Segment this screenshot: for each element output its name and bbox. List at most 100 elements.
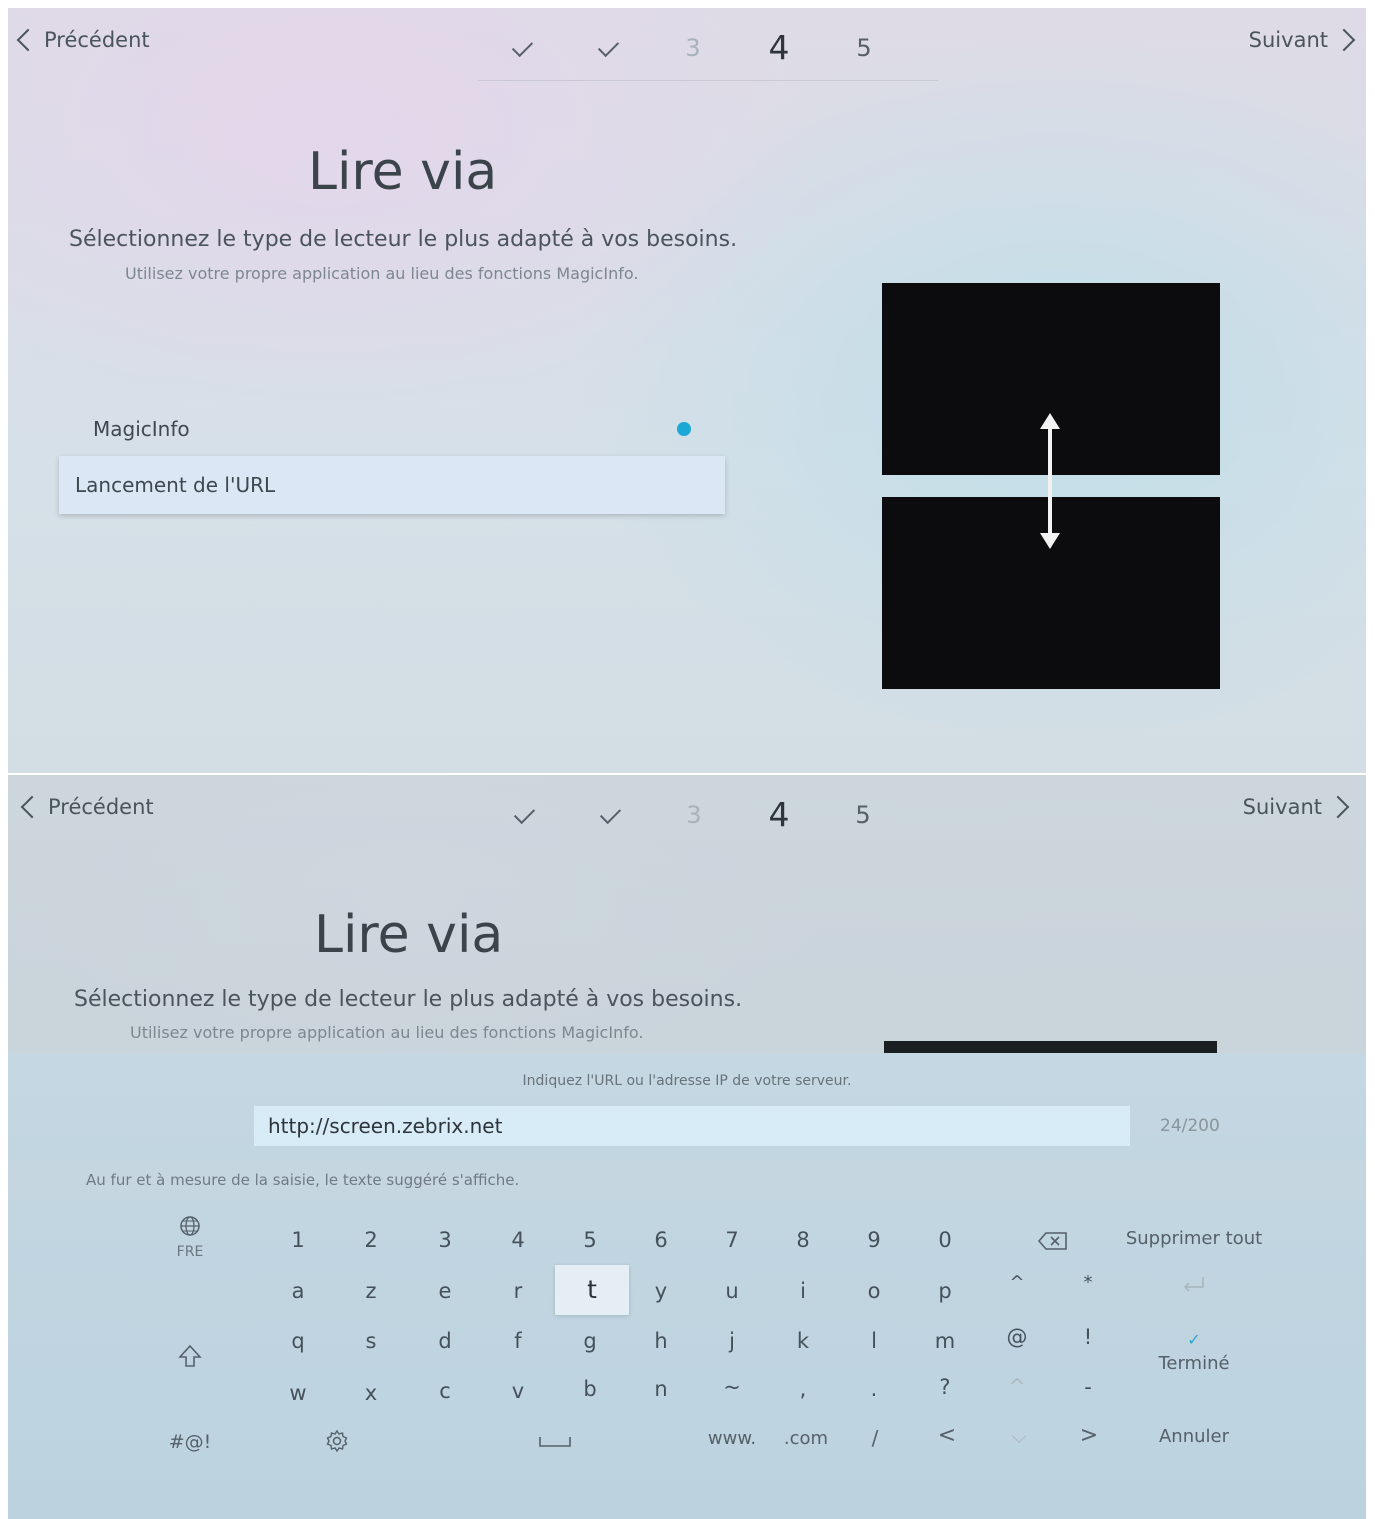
chevron-down-icon	[1011, 1428, 1027, 1444]
done-label: Terminé	[1158, 1353, 1230, 1374]
key-b[interactable]: b	[555, 1365, 625, 1413]
top-bar: Précédent 3 4 5 Suivant	[8, 775, 1366, 855]
key-caret[interactable]: ^	[982, 1259, 1052, 1307]
shift-arrow-icon	[178, 1344, 202, 1367]
step-2-done	[588, 28, 628, 68]
shift-key[interactable]	[166, 1343, 214, 1374]
key-comma[interactable]: ,	[768, 1365, 838, 1413]
key-up-dim[interactable]: ^	[982, 1363, 1052, 1411]
enter-icon	[1183, 1277, 1204, 1292]
option-label: MagicInfo	[93, 417, 190, 441]
check-icon: ✓	[1187, 1330, 1201, 1349]
key-m[interactable]: m	[910, 1317, 980, 1365]
key-i[interactable]: i	[768, 1267, 838, 1315]
check-icon	[511, 35, 533, 58]
key-period[interactable]: .	[839, 1365, 909, 1413]
down-arrow-key[interactable]	[1004, 1425, 1034, 1446]
key-exclamation[interactable]: !	[1053, 1313, 1123, 1361]
page-subtitle: Sélectionnez le type de lecteur le plus …	[69, 227, 738, 252]
done-button[interactable]: ✓ Terminé	[1118, 1330, 1270, 1375]
arrow-up-head-icon	[1040, 413, 1060, 429]
language-label: FRE	[176, 1244, 204, 1260]
arrow-down-head-icon	[1040, 533, 1060, 549]
step-2-done	[590, 795, 630, 835]
key-1[interactable]: 1	[263, 1216, 333, 1264]
key-at[interactable]: @	[982, 1313, 1052, 1361]
keyboard-panel: Indiquez l'URL ou l'adresse IP de votre …	[8, 1053, 1366, 1519]
key-4[interactable]: 4	[483, 1216, 553, 1264]
step-3: 3	[686, 801, 702, 829]
step-4-current: 4	[768, 795, 790, 834]
key-c[interactable]: c	[410, 1367, 480, 1415]
key-n[interactable]: n	[626, 1365, 696, 1413]
check-icon	[597, 35, 619, 58]
key-8[interactable]: 8	[768, 1216, 838, 1264]
next-button[interactable]: Suivant	[1249, 28, 1358, 52]
key-v[interactable]: v	[483, 1367, 553, 1415]
key-g[interactable]: g	[555, 1317, 625, 1365]
globe-icon	[180, 1216, 200, 1236]
key-3[interactable]: 3	[410, 1216, 480, 1264]
vertical-arrow-icon	[1048, 423, 1052, 539]
step-indicator: 3 4 5	[8, 795, 1366, 835]
key-asterisk[interactable]: *	[1053, 1259, 1123, 1307]
option-magicinfo[interactable]: MagicInfo	[59, 400, 725, 458]
key-l[interactable]: l	[839, 1317, 909, 1365]
key-r[interactable]: r	[483, 1267, 553, 1315]
url-input[interactable]	[254, 1106, 1130, 1146]
settings-key[interactable]	[322, 1429, 352, 1458]
www-key[interactable]: www.	[700, 1428, 764, 1449]
right-arrow-key[interactable]: >	[1074, 1423, 1104, 1448]
next-button[interactable]: Suivant	[1243, 795, 1352, 819]
key-a[interactable]: a	[263, 1267, 333, 1315]
cancel-button[interactable]: Annuler	[1118, 1426, 1270, 1447]
page-hint: Utilisez votre propre application au lie…	[130, 1023, 644, 1042]
key-5[interactable]: 5	[555, 1216, 625, 1264]
key-7[interactable]: 7	[697, 1216, 767, 1264]
chevron-right-icon	[1332, 28, 1356, 52]
enter-key[interactable]	[1170, 1275, 1218, 1298]
step-3: 3	[685, 34, 701, 62]
step-indicator: 3 4 5	[8, 28, 1366, 68]
gear-icon	[326, 1429, 348, 1453]
language-key[interactable]: FRE	[158, 1215, 222, 1260]
slash-key[interactable]: /	[860, 1426, 890, 1450]
delete-all-button[interactable]: Supprimer tout	[1118, 1228, 1270, 1249]
key-y[interactable]: y	[626, 1267, 696, 1315]
key-q[interactable]: q	[263, 1317, 333, 1365]
key-k[interactable]: k	[768, 1317, 838, 1365]
page-title: Lire via	[314, 905, 504, 965]
key-tilde[interactable]: ~	[697, 1363, 767, 1411]
step-1-done	[502, 28, 542, 68]
key-z[interactable]: z	[336, 1267, 406, 1315]
key-p[interactable]: p	[910, 1267, 980, 1315]
left-arrow-key[interactable]: <	[932, 1423, 962, 1448]
next-label: Suivant	[1242, 795, 1322, 819]
key-o[interactable]: o	[839, 1267, 909, 1315]
key-u[interactable]: u	[697, 1267, 767, 1315]
key-2[interactable]: 2	[336, 1216, 406, 1264]
orientation-preview	[882, 283, 1220, 689]
monitor-illustration-partial	[884, 1041, 1217, 1053]
key-hyphen[interactable]: -	[1053, 1363, 1123, 1411]
key-e[interactable]: e	[410, 1267, 480, 1315]
key-x[interactable]: x	[336, 1369, 406, 1417]
key-s[interactable]: s	[336, 1317, 406, 1365]
symbols-key[interactable]: #@!	[158, 1431, 222, 1453]
key-d[interactable]: d	[410, 1317, 480, 1365]
key-6[interactable]: 6	[626, 1216, 696, 1264]
com-key[interactable]: .com	[774, 1428, 838, 1449]
key-w[interactable]: w	[263, 1369, 333, 1417]
key-question[interactable]: ?	[910, 1363, 980, 1411]
key-t-focused[interactable]: t	[555, 1265, 629, 1315]
key-0[interactable]: 0	[910, 1216, 980, 1264]
key-f[interactable]: f	[483, 1317, 553, 1365]
key-h[interactable]: h	[626, 1317, 696, 1365]
char-counter: 24/200	[1160, 1116, 1220, 1136]
option-url-launcher[interactable]: Lancement de l'URL	[59, 456, 725, 514]
space-key[interactable]	[528, 1433, 582, 1454]
backspace-key[interactable]	[1018, 1216, 1088, 1264]
key-9[interactable]: 9	[839, 1216, 909, 1264]
key-j[interactable]: j	[697, 1317, 767, 1365]
chevron-right-icon	[1326, 795, 1350, 819]
